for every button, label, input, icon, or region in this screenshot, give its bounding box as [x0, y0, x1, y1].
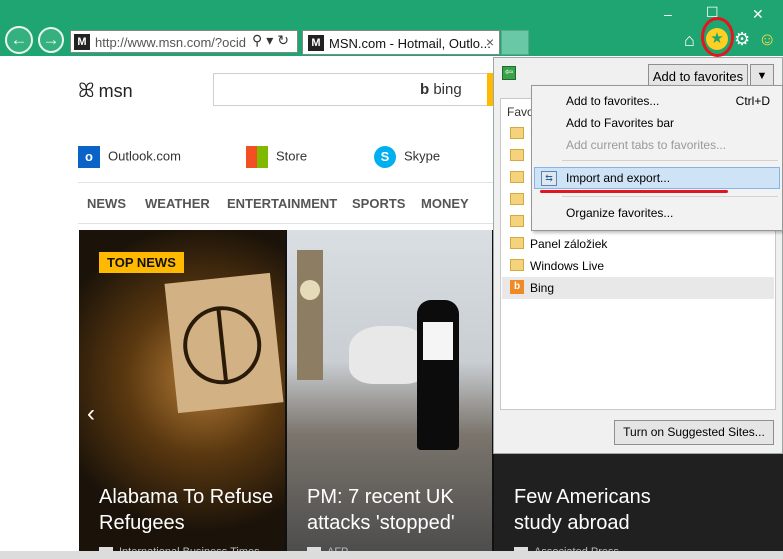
search-box[interactable]: b bing: [213, 73, 501, 106]
forward-arrow-icon: →: [42, 30, 60, 49]
outlook-icon: o: [78, 146, 100, 168]
search-icon[interactable]: ⚲: [252, 32, 266, 48]
nav-news[interactable]: NEWS: [87, 196, 126, 211]
story-card-1[interactable]: TOP NEWS ‹ Alabama To Refuse Refugees In…: [79, 230, 285, 559]
address-bar-icons: ⚲▾↻: [252, 32, 293, 49]
new-tab-button[interactable]: [501, 30, 529, 55]
favorites-list-header: Favo: [507, 105, 534, 119]
nav-sports[interactable]: SPORTS: [352, 196, 405, 211]
clock-face: [300, 280, 320, 300]
menu-separator: [562, 160, 778, 161]
story-headline[interactable]: Alabama To Refuse Refugees: [99, 484, 279, 536]
menu-separator: [562, 196, 778, 197]
bing-label: bing: [433, 81, 462, 98]
menu-item-import-export[interactable]: ⇆ Import and export...: [534, 167, 780, 189]
gear-icon[interactable]: ⚙: [734, 29, 750, 50]
big-ben-image: [297, 250, 323, 380]
browser-toolbar: – ☐ ✕ ← → M http://www.msn.com/?ocid ⚲▾↻…: [0, 0, 783, 56]
nav-weather[interactable]: WEATHER: [145, 196, 210, 211]
msn-logo-text: msn: [98, 81, 133, 101]
bing-icon: b: [420, 81, 430, 98]
list-item-label: Windows Live: [530, 259, 605, 273]
folder-icon: [510, 171, 524, 183]
tab-title: MSN.com - Hotmail, Outlo...: [329, 36, 491, 51]
top-news-badge: TOP NEWS: [99, 252, 184, 273]
quick-link-skype[interactable]: S Skype: [374, 146, 440, 168]
nav-money[interactable]: MONEY: [421, 196, 469, 211]
quick-link-label: Outlook.com: [108, 148, 181, 164]
menu-item-shortcut: Ctrl+D: [735, 94, 770, 108]
folder-icon: [510, 127, 524, 139]
menu-item-label: Add to Favorites bar: [566, 116, 675, 130]
menu-item-add-current-tabs: Add current tabs to favorites...: [534, 134, 780, 156]
folder-icon: [510, 149, 524, 161]
list-item-label: Bing: [530, 281, 555, 295]
home-icon[interactable]: ⌂: [684, 30, 695, 51]
minimize-icon[interactable]: –: [664, 6, 672, 22]
bing-icon: b: [510, 280, 524, 294]
menu-item-organize-favorites[interactable]: Organize favorites...: [534, 202, 780, 224]
menu-item-label: Add to favorites...: [566, 94, 660, 108]
pin-favorites-icon[interactable]: ⇦: [502, 66, 516, 80]
address-bar[interactable]: M http://www.msn.com/?ocid ⚲▾↻: [70, 30, 298, 53]
folder-icon: [510, 259, 524, 271]
forward-button[interactable]: →: [38, 27, 64, 53]
horizontal-scrollbar[interactable]: [0, 551, 783, 559]
nav-entertainment[interactable]: ENTERTAINMENT: [227, 196, 337, 211]
story-headline[interactable]: Few Americans study abroad: [514, 484, 694, 536]
quick-link-label: Store: [276, 148, 308, 164]
category-nav: NEWS WEATHER ENTERTAINMENT SPORTS MONEY: [78, 182, 496, 224]
butterfly-icon: ꕤ: [78, 80, 95, 102]
msn-logo[interactable]: ꕤ msn: [78, 80, 133, 103]
back-button[interactable]: ←: [5, 26, 33, 54]
folder-icon: [510, 237, 524, 249]
list-item-label: Panel záložiek: [530, 237, 608, 251]
story-card-2[interactable]: PM: 7 recent UK attacks 'stopped' AFP: [287, 230, 492, 559]
close-window-icon[interactable]: ✕: [752, 6, 764, 23]
menu-item-label: Organize favorites...: [566, 206, 674, 220]
menu-item-add-to-favorites-bar[interactable]: Add to Favorites bar: [534, 112, 780, 134]
list-item[interactable]: Panel záložiek: [502, 233, 774, 255]
import-export-icon: ⇆: [541, 171, 557, 186]
site-favicon: M: [74, 34, 90, 50]
carousel-prev-icon[interactable]: ‹: [87, 400, 95, 428]
refresh-icon[interactable]: ↻: [277, 32, 293, 48]
quick-link-store[interactable]: Store: [246, 146, 307, 168]
peace-sign-image: [164, 272, 284, 414]
bing-brand: b bing: [420, 81, 462, 98]
folder-icon: [510, 193, 524, 205]
store-icon: [246, 146, 268, 168]
smiley-icon[interactable]: ☺: [758, 29, 776, 50]
officer-shirt: [423, 322, 453, 360]
add-favorites-menu: Add to favorites... Ctrl+D Add to Favorit…: [531, 85, 783, 231]
annotation-circle-star: [701, 17, 734, 57]
list-item[interactable]: Windows Live: [502, 255, 774, 277]
address-url[interactable]: http://www.msn.com/?ocid: [95, 35, 246, 50]
tab-favicon: M: [308, 35, 324, 51]
peace-symbol: [179, 302, 266, 389]
list-item[interactable]: b Bing: [502, 277, 774, 299]
quick-link-outlook[interactable]: o Outlook.com: [78, 146, 181, 168]
story-headline[interactable]: PM: 7 recent UK attacks 'stopped': [307, 484, 489, 536]
annotation-underline: [540, 190, 728, 193]
tab-msn[interactable]: M MSN.com - Hotmail, Outlo... ×: [302, 30, 500, 55]
menu-item-label: Add current tabs to favorites...: [566, 138, 727, 152]
tab-close-icon[interactable]: ×: [486, 34, 494, 50]
folder-icon: [510, 215, 524, 227]
police-officer-image: [417, 300, 459, 450]
menu-item-label: Import and export...: [566, 171, 671, 185]
suggested-sites-button[interactable]: Turn on Suggested Sites...: [614, 420, 774, 445]
menu-item-add-to-favorites[interactable]: Add to favorites... Ctrl+D: [534, 90, 780, 112]
skype-icon: S: [374, 146, 396, 168]
quick-link-label: Skype: [404, 148, 441, 164]
back-arrow-icon: ←: [10, 30, 28, 49]
dropdown-icon[interactable]: ▾: [266, 32, 277, 48]
